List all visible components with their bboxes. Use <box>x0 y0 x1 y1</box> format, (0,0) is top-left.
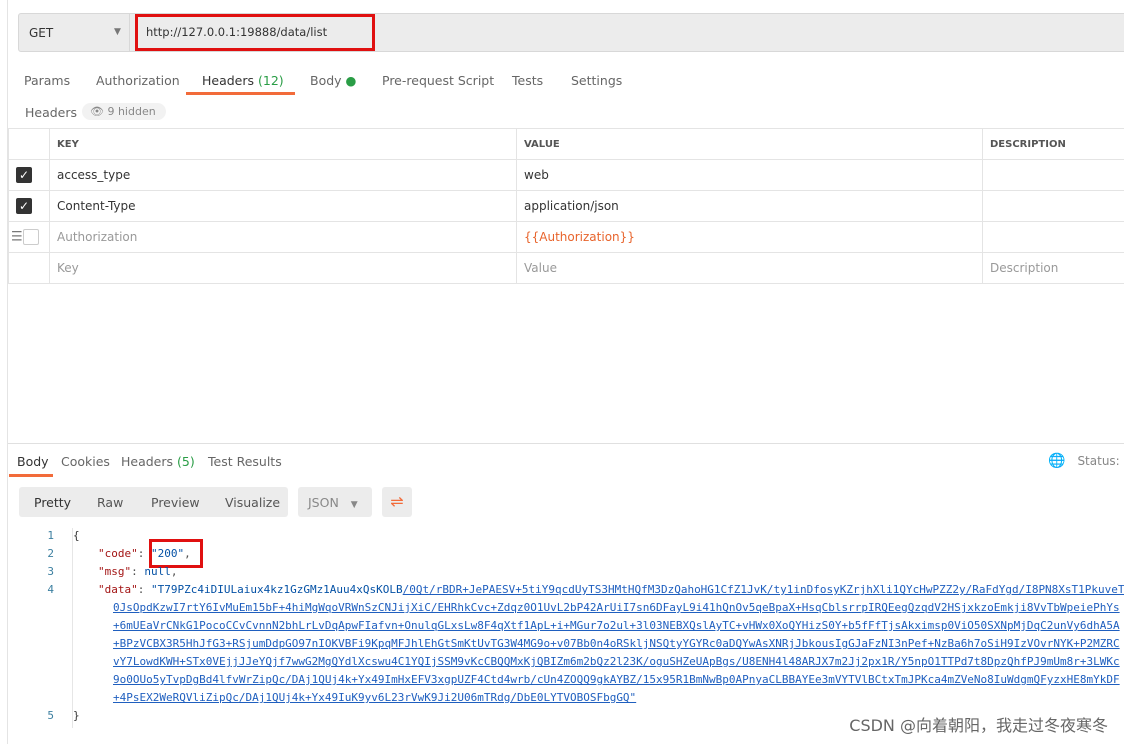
hidden-count: 9 hidden <box>107 105 156 118</box>
divider <box>129 14 130 51</box>
language-select[interactable]: JSON ▼ <box>298 487 372 517</box>
json-line-msg: "msg": null, <box>98 565 178 578</box>
line-number: 3 <box>47 565 54 578</box>
json-value-link[interactable]: +4PsEX2WeRQVliZipQc/DAj1QUj4k+Yx49IuK9yv… <box>113 691 636 704</box>
active-tab-indicator <box>186 92 295 95</box>
header-value[interactable]: web <box>516 159 983 191</box>
line-number: 2 <box>47 547 54 560</box>
header-description[interactable] <box>982 221 1124 253</box>
json-key: "msg" <box>98 565 132 578</box>
highlight-box <box>149 539 203 568</box>
line-number: 5 <box>47 709 54 722</box>
tab-body-label: Body <box>310 73 342 88</box>
header-value[interactable]: application/json <box>516 190 983 222</box>
tab-authorization[interactable]: Authorization <box>96 73 180 88</box>
table-row: ✓ Content-Type application/json <box>8 190 1124 222</box>
sidebar-edge <box>0 0 8 744</box>
drag-handle-icon[interactable]: ☰ <box>11 230 23 245</box>
tab-pre-request-script[interactable]: Pre-request Script <box>382 73 494 88</box>
json-key: "code" <box>98 547 138 560</box>
header-description[interactable] <box>982 159 1124 191</box>
header-key[interactable]: Content-Type <box>49 190 517 222</box>
tab-params[interactable]: Params <box>24 73 70 88</box>
response-tab-cookies[interactable]: Cookies <box>61 454 110 469</box>
json-open-brace: { <box>73 529 80 542</box>
active-tab-indicator <box>9 474 53 477</box>
url-input[interactable]: http://127.0.0.1:19888/data/list <box>135 14 375 51</box>
column-key: KEY <box>49 128 517 160</box>
json-value-link[interactable]: 0JsOpdKzwI7rtY6IvMuEm15bF+4hiMgWqoVRWnSz… <box>113 601 1120 614</box>
response-headers-count: (5) <box>177 454 195 469</box>
checkbox-column <box>8 128 50 160</box>
format-pretty[interactable]: Pretty <box>34 495 71 510</box>
watermark: CSDN @向着朝阳，我走过冬夜寒冬 <box>849 716 1108 735</box>
format-raw[interactable]: Raw <box>97 495 123 510</box>
format-preview[interactable]: Preview <box>151 495 200 510</box>
format-toggle: Pretty Raw Preview Visualize <box>19 487 288 517</box>
value-input[interactable]: Value <box>516 252 983 284</box>
chevron-down-icon[interactable]: ▼ <box>114 27 121 37</box>
headers-label: Headers <box>25 105 78 120</box>
tab-headers[interactable]: Headers (12) <box>202 73 284 88</box>
wrap-lines-icon[interactable]: ⇌ <box>382 487 412 517</box>
request-bar: GET ▼ http://127.0.0.1:19888/data/list <box>18 13 1124 52</box>
row-checkbox[interactable]: ✓ <box>16 167 32 183</box>
json-value-link[interactable]: +BPzVCBX3R5HhJfG3+RSjumDdpGO97nIOKVBFi9K… <box>113 637 1120 650</box>
json-line-data: "data": "T79PZc4iDIULaiux4kz1GzGMz1Auu4x… <box>98 583 1124 596</box>
header-key[interactable]: Authorization <box>49 221 517 253</box>
tab-headers-label: Headers <box>202 73 255 88</box>
table-row-new: Key Value Description <box>8 252 1124 284</box>
tab-body[interactable]: Body ● <box>310 73 356 88</box>
json-close-brace: } <box>73 709 80 722</box>
line-number: 1 <box>47 529 54 542</box>
header-value[interactable]: {{Authorization}} <box>516 221 983 253</box>
body-dot-icon: ● <box>345 73 357 88</box>
globe-icon[interactable]: 🌐 <box>1048 453 1065 469</box>
table-header: KEY VALUE DESCRIPTION <box>8 128 1124 160</box>
response-tab-headers[interactable]: Headers (5) <box>121 454 195 469</box>
key-input[interactable]: Key <box>49 252 517 284</box>
method-select[interactable]: GET <box>29 26 53 40</box>
column-value: VALUE <box>516 128 983 160</box>
json-value: "T79PZc4iDIULaiux4kz1GzGMz1Auu4xQsKOLB <box>151 583 403 596</box>
table-row: ☰ Authorization {{Authorization}} <box>8 221 1124 253</box>
eye-icon: 👁 <box>90 105 104 118</box>
response-tab-body[interactable]: Body <box>17 454 49 469</box>
chevron-down-icon: ▼ <box>350 500 358 510</box>
table-row: ✓ access_type web <box>8 159 1124 191</box>
json-value-link[interactable]: /0Qt/rBDR+JePAESV+5tiY9qcdUyTS3HMtHQfM3D… <box>403 583 1124 596</box>
response-headers-label: Headers <box>121 454 174 469</box>
status-area: 🌐Status: 2 <box>1048 453 1124 469</box>
headers-count: (12) <box>258 73 284 88</box>
json-value-link[interactable]: +6mUEaVrCNkG1PocoCCvCvnnN2bhLrLvDqApwFIa… <box>113 619 1120 632</box>
tab-tests[interactable]: Tests <box>512 73 543 88</box>
tab-settings[interactable]: Settings <box>571 73 622 88</box>
json-key: "data" <box>98 583 138 596</box>
row-checkbox[interactable]: ✓ <box>16 198 32 214</box>
row-checkbox[interactable] <box>22 229 39 245</box>
format-visualize[interactable]: Visualize <box>225 495 280 510</box>
column-description: DESCRIPTION <box>982 128 1124 160</box>
code-gutter <box>72 528 73 728</box>
headers-table: KEY VALUE DESCRIPTION ✓ access_type web … <box>8 128 1124 284</box>
header-description[interactable] <box>982 190 1124 222</box>
json-value-link[interactable]: vY7LowdKWH+STx0VEjjJJeYQjf7wwG2MgQYdlXcs… <box>113 655 1120 668</box>
json-value-link[interactable]: 9o0OUo5yTvpDgBd4lfvWrZipQc/DAj1QUj4k+Yx4… <box>113 673 1120 686</box>
response-tab-test-results[interactable]: Test Results <box>208 454 282 469</box>
json-value: null <box>144 565 171 578</box>
line-number: 4 <box>47 583 54 596</box>
status-label: Status: <box>1077 454 1120 468</box>
language-value: JSON <box>308 495 339 510</box>
hidden-headers-toggle[interactable]: 👁 9 hidden <box>82 103 166 120</box>
header-key[interactable]: access_type <box>49 159 517 191</box>
pane-divider[interactable] <box>8 443 1124 444</box>
description-input[interactable]: Description <box>982 252 1124 284</box>
